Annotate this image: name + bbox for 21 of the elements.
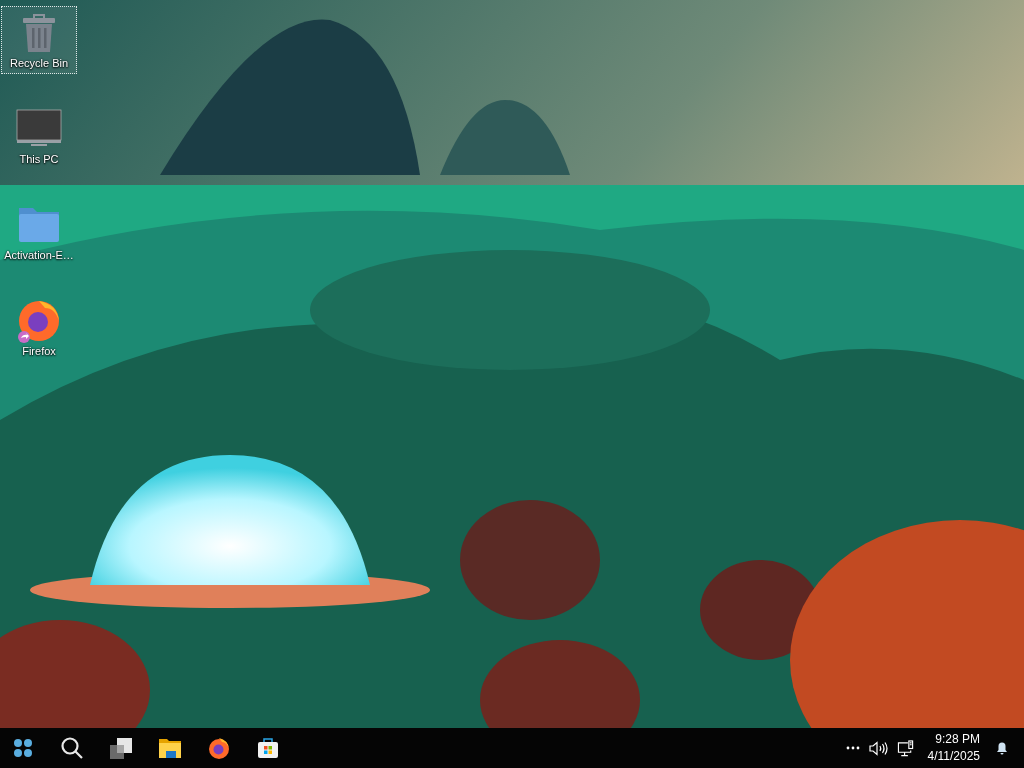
desktop-icon[interactable]: Recycle Bin	[1, 6, 77, 74]
search-icon	[60, 736, 84, 760]
firefox-icon	[207, 736, 231, 760]
desktop-icon[interactable]: Firefox	[1, 294, 77, 362]
icon-label: This PC	[19, 153, 59, 165]
icon-label: Firefox	[22, 345, 56, 357]
bell-icon[interactable]	[994, 740, 1010, 756]
clock[interactable]: 9:28 PM 4/11/2025	[927, 731, 980, 765]
speaker-icon[interactable]	[867, 739, 888, 757]
icon-label: Recycle Bin	[9, 57, 69, 69]
more-icon[interactable]	[845, 746, 860, 750]
desktop-icon[interactable]: Activation-E…	[1, 198, 77, 266]
desktop-icon[interactable]: This PC	[1, 102, 77, 170]
start-icon	[11, 736, 35, 760]
icon-label: Activation-E…	[4, 249, 74, 261]
store-icon	[256, 736, 280, 760]
folder-icon	[158, 736, 182, 760]
clock-time: 9:28 PM	[935, 731, 980, 748]
clock-date: 4/11/2025	[927, 748, 980, 765]
task-view-icon	[109, 736, 133, 760]
network-icon[interactable]	[895, 739, 916, 757]
